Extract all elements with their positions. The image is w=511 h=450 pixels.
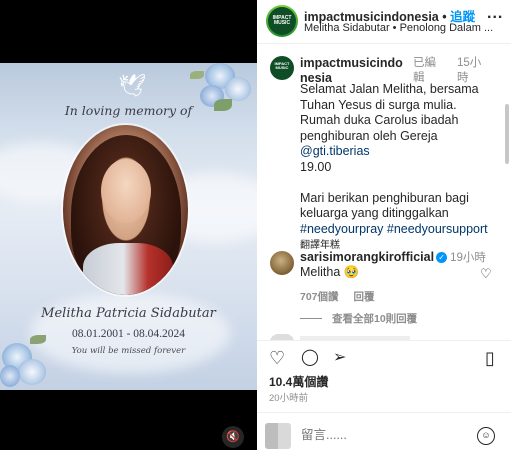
caption-line: Rumah duka Carolus ibadah xyxy=(300,113,459,127)
memorial-dates: 08.01.2001 - 08.04.2024 xyxy=(71,328,186,340)
comment-likes[interactable]: 707個讚 xyxy=(300,291,339,303)
save-icon[interactable]: ▯ xyxy=(485,348,495,368)
memorial-missed: You will be missed forever xyxy=(71,346,186,356)
memorial-name: Melitha Patricia Sidabutar xyxy=(41,306,216,321)
memorial-poster: 🕊 In loving memory of Melitha Patricia S… xyxy=(0,63,257,390)
comment-reply-button[interactable]: 回覆 xyxy=(353,291,374,303)
views-count[interactable]: 10.4萬個讚 xyxy=(269,373,328,390)
mute-icon: 🔇 xyxy=(226,431,240,443)
action-bar: ♡ ◯ ➢ ▯ xyxy=(257,340,511,374)
scrollbar-thumb[interactable] xyxy=(505,104,509,164)
caption-hour: 19.00 xyxy=(300,159,332,174)
emoji-icon[interactable]: ☺ xyxy=(477,427,495,445)
mute-button[interactable]: 🔇 xyxy=(222,426,244,448)
like-icon[interactable]: ♡ xyxy=(269,348,285,368)
view-replies-button[interactable]: 查看全部10則回覆 xyxy=(300,311,417,326)
memory-title: In loving memory of xyxy=(64,103,193,118)
caption-area: IMPACT MUSIC impactmusicindonesia 已編輯 15… xyxy=(257,44,511,340)
caption-avatar[interactable]: IMPACT MUSIC xyxy=(270,56,294,80)
caption-gap xyxy=(300,175,500,191)
post-time-ago[interactable]: 20小時前 xyxy=(269,390,308,404)
commenter-row: sarisimorangkirofficial ✓ 19小時 xyxy=(300,249,486,265)
instagram-post-view: 🕊 In loving memory of Melitha Patricia S… xyxy=(0,0,511,450)
face-shape xyxy=(101,159,151,223)
caption-line: Tuhan Yesus di surga mulia. xyxy=(300,97,457,112)
more-options-icon[interactable]: ... xyxy=(487,5,503,23)
dress-shape xyxy=(83,243,173,295)
replies-divider xyxy=(300,318,322,319)
comment-composer: ☺ xyxy=(257,412,511,450)
comment-time[interactable]: 19小時 xyxy=(450,252,486,264)
post-side-panel: IMPACT MUSIC impactmusicindonesia • 追蹤 M… xyxy=(257,0,511,450)
commenter-username[interactable]: sarisimorangkirofficial xyxy=(300,250,434,264)
caption-text: Selamat Jalan Melitha, bersama Tuhan Yes… xyxy=(300,82,500,254)
caption-line: keluarga yang ditinggalkan xyxy=(300,206,449,220)
audio-subtitle[interactable]: Melitha Sidabutar • Penolong Dalam ... xyxy=(304,22,494,34)
author-avatar-text: IMPACT MUSIC xyxy=(268,7,296,35)
leaf-decoration xyxy=(190,71,204,79)
dove-icon: 🕊 xyxy=(118,73,146,98)
comment-text: Melitha 🥹 xyxy=(300,265,360,279)
author-avatar[interactable]: IMPACT MUSIC xyxy=(266,5,298,37)
flower-decoration xyxy=(18,359,46,385)
flower-decoration xyxy=(0,365,20,387)
portrait-photo xyxy=(63,125,188,295)
hashtag-links[interactable]: #needyourpray #needyoursupport xyxy=(300,222,500,238)
caption-line: penghiburan oleh Gereja xyxy=(300,128,438,143)
verified-badge-icon: ✓ xyxy=(436,252,448,263)
comment-meta: 707個讚 回覆 xyxy=(300,289,386,304)
viewer-avatar xyxy=(265,423,291,449)
comment-input[interactable] xyxy=(301,428,461,442)
caption-line: Selamat Jalan Melitha, bersama xyxy=(300,82,479,96)
view-replies-label: 查看全部10則回覆 xyxy=(332,313,418,325)
commenter-avatar[interactable] xyxy=(270,251,294,275)
share-icon[interactable]: ➢ xyxy=(333,348,346,368)
media-panel: 🕊 In loving memory of Melitha Patricia S… xyxy=(0,0,257,450)
comment-icon[interactable]: ◯ xyxy=(301,348,319,368)
mention-link[interactable]: @gti.tiberias xyxy=(300,144,500,160)
flower-decoration xyxy=(225,77,251,101)
comment-item: sarisimorangkirofficial ✓ 19小時 Melitha 🥹 ♡… xyxy=(257,249,511,309)
comment-like-icon[interactable]: ♡ xyxy=(480,266,492,282)
caption-line: Mari berikan penghiburan bagi xyxy=(300,190,469,205)
post-header: IMPACT MUSIC impactmusicindonesia • 追蹤 M… xyxy=(257,0,511,44)
